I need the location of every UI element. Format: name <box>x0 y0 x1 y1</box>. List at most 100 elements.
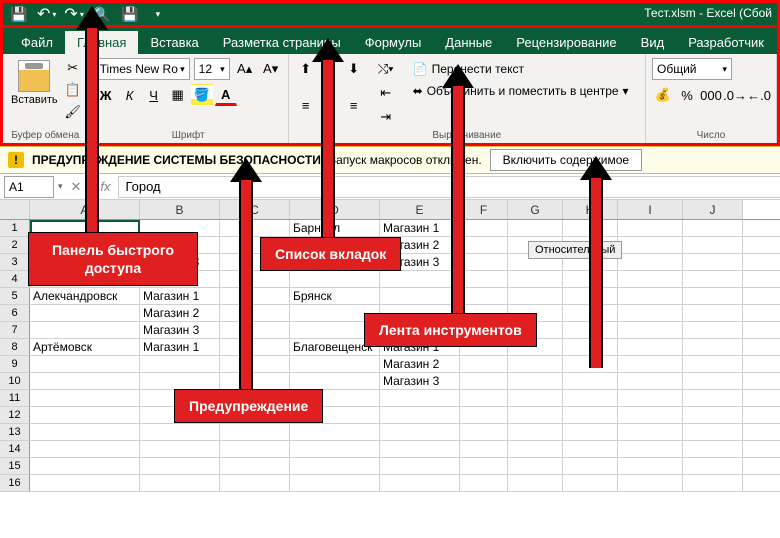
column-header[interactable]: E <box>380 200 460 219</box>
tell-me[interactable]: 💡 Что <box>776 32 780 54</box>
tab-insert[interactable]: Вставка <box>138 31 210 54</box>
decrease-font-icon[interactable]: A▾ <box>260 58 282 80</box>
row-header[interactable]: 1 <box>0 220 30 236</box>
cell[interactable] <box>618 441 683 457</box>
cell[interactable] <box>30 305 140 321</box>
cell[interactable]: Магазин 3 <box>380 373 460 389</box>
cell[interactable] <box>30 390 140 406</box>
cell[interactable] <box>380 271 460 287</box>
cell[interactable] <box>618 339 683 355</box>
cell[interactable] <box>460 271 508 287</box>
cell[interactable] <box>618 475 683 491</box>
align-bottom-icon[interactable]: ⬇ <box>343 58 365 80</box>
cell[interactable] <box>30 322 140 338</box>
cell[interactable]: Магазин 3 <box>140 322 220 338</box>
number-format-dropdown[interactable]: Общий▾ <box>652 58 732 80</box>
cell[interactable] <box>683 441 743 457</box>
border-icon[interactable]: ▦ <box>167 84 189 106</box>
cell[interactable] <box>140 373 220 389</box>
tab-home[interactable]: Главная <box>65 31 138 54</box>
cell[interactable] <box>683 424 743 440</box>
cell[interactable] <box>220 458 290 474</box>
cell[interactable]: Магазин 1 <box>140 288 220 304</box>
select-all-corner[interactable] <box>0 200 30 219</box>
cell[interactable] <box>618 271 683 287</box>
cell[interactable] <box>508 356 563 372</box>
cell[interactable] <box>30 458 140 474</box>
save-as-icon[interactable]: 💾 <box>120 4 140 24</box>
cell[interactable] <box>30 373 140 389</box>
cell[interactable] <box>460 475 508 491</box>
cell[interactable] <box>380 390 460 406</box>
orientation-icon[interactable]: ⤭▾ <box>375 58 397 80</box>
cell[interactable] <box>380 441 460 457</box>
cell[interactable] <box>460 373 508 389</box>
cell[interactable] <box>290 356 380 372</box>
cell[interactable] <box>618 373 683 389</box>
row-header[interactable]: 8 <box>0 339 30 355</box>
decrease-decimal-icon[interactable]: ←.0 <box>748 84 770 106</box>
font-name-dropdown[interactable]: Times New Ro ▾ <box>95 58 190 80</box>
cell[interactable] <box>30 424 140 440</box>
cell[interactable]: Магазин 2 <box>140 305 220 321</box>
row-header[interactable]: 3 <box>0 254 30 270</box>
cell[interactable] <box>683 390 743 406</box>
cell[interactable] <box>220 271 290 287</box>
tab-developer[interactable]: Разработчик <box>676 31 776 54</box>
cell[interactable] <box>220 424 290 440</box>
row-header[interactable]: 4 <box>0 271 30 287</box>
cell[interactable] <box>140 424 220 440</box>
cell[interactable] <box>380 458 460 474</box>
row-header[interactable]: 10 <box>0 373 30 389</box>
cell[interactable] <box>220 220 290 236</box>
cell[interactable] <box>460 458 508 474</box>
align-right-icon[interactable]: ≡ <box>343 94 365 116</box>
format-painter-icon[interactable]: 🖌 <box>64 104 82 120</box>
fx-icon[interactable]: fx <box>100 179 110 195</box>
cell[interactable] <box>220 305 290 321</box>
cell[interactable] <box>683 254 743 270</box>
cancel-icon[interactable]: ✕ <box>71 179 82 195</box>
cell[interactable] <box>460 407 508 423</box>
tab-review[interactable]: Рецензирование <box>504 31 628 54</box>
cell[interactable]: Алекчандровск <box>30 288 140 304</box>
cell[interactable] <box>618 237 683 253</box>
cell[interactable] <box>683 407 743 423</box>
cell[interactable] <box>380 288 460 304</box>
cell[interactable] <box>683 271 743 287</box>
cell[interactable] <box>618 220 683 236</box>
column-header[interactable]: D <box>290 200 380 219</box>
row-header[interactable]: 11 <box>0 390 30 406</box>
cell[interactable] <box>30 441 140 457</box>
cell[interactable] <box>220 373 290 389</box>
italic-button[interactable]: К <box>119 84 141 106</box>
cell[interactable] <box>563 424 618 440</box>
row-header[interactable]: 9 <box>0 356 30 372</box>
cell[interactable] <box>683 305 743 321</box>
cell[interactable] <box>290 271 380 287</box>
row-header[interactable]: 7 <box>0 322 30 338</box>
cell[interactable] <box>140 458 220 474</box>
row-header[interactable]: 12 <box>0 407 30 423</box>
cell[interactable]: Барнаул <box>290 220 380 236</box>
tab-data[interactable]: Данные <box>433 31 504 54</box>
cell[interactable] <box>220 322 290 338</box>
cell[interactable] <box>460 288 508 304</box>
cell[interactable] <box>380 407 460 423</box>
column-header[interactable]: B <box>140 200 220 219</box>
cell[interactable] <box>683 237 743 253</box>
cell[interactable] <box>563 441 618 457</box>
increase-font-icon[interactable]: A▴ <box>234 58 256 80</box>
cell[interactable] <box>683 475 743 491</box>
row-header[interactable]: 16 <box>0 475 30 491</box>
column-header[interactable]: G <box>508 200 563 219</box>
fill-color-icon[interactable]: 🪣 <box>191 84 213 106</box>
name-box[interactable]: A1 <box>4 176 54 198</box>
cell[interactable] <box>618 356 683 372</box>
cell[interactable]: Брянск <box>290 288 380 304</box>
cell[interactable] <box>460 254 508 270</box>
cell[interactable] <box>618 254 683 270</box>
cell[interactable] <box>618 322 683 338</box>
tab-formulas[interactable]: Формулы <box>353 31 434 54</box>
cell[interactable] <box>220 356 290 372</box>
